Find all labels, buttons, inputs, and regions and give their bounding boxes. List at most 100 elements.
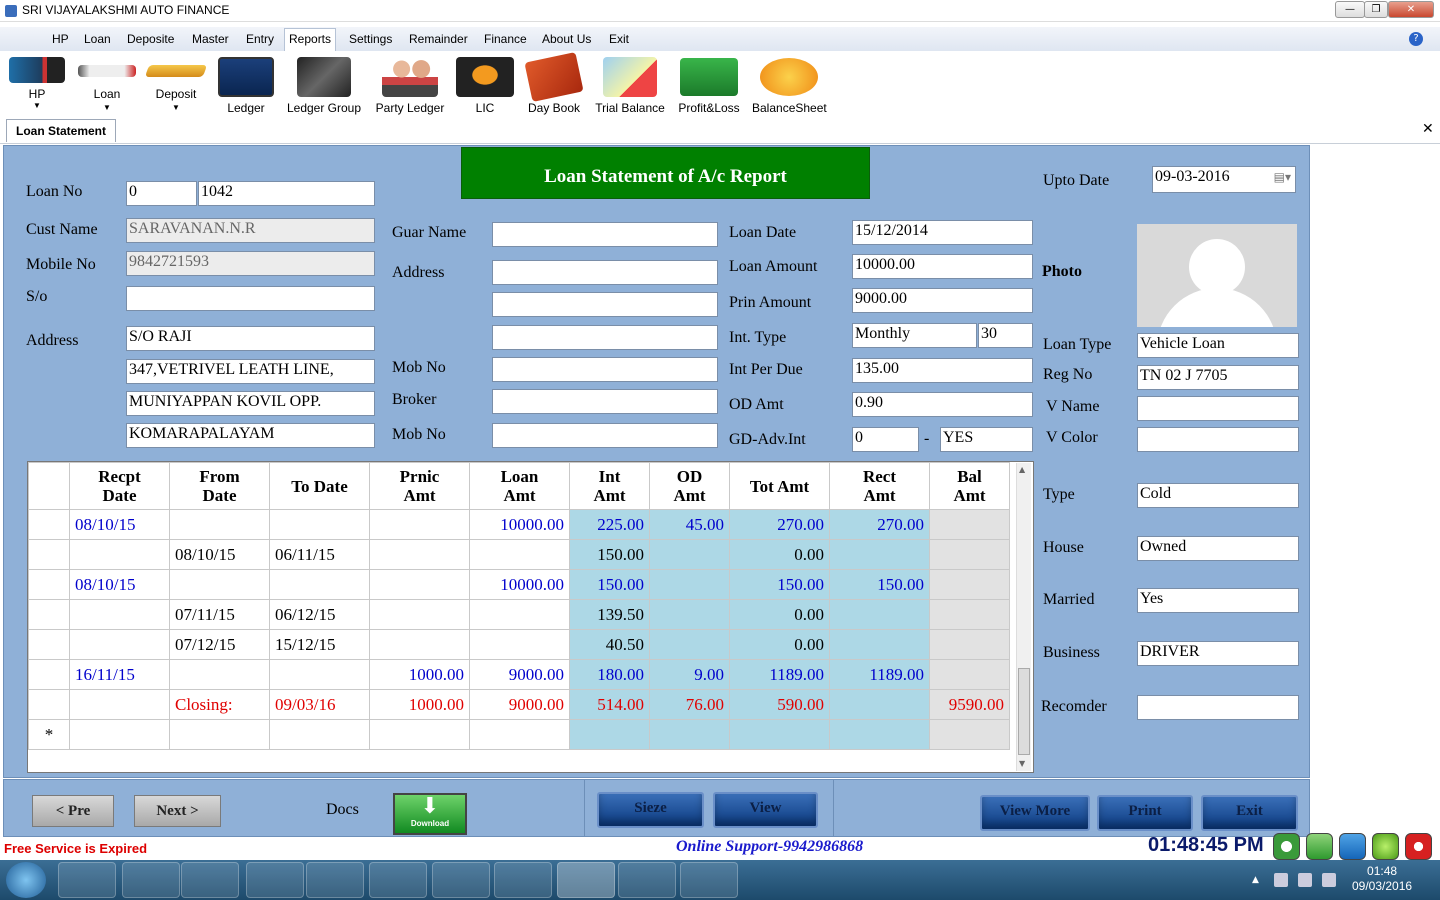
scrollbar-thumb[interactable]	[1018, 668, 1030, 755]
table-cell[interactable]: 9590.00	[929, 689, 1010, 720]
table-cell[interactable]: 07/12/15	[169, 629, 270, 660]
cust-name-field[interactable]: SARAVANAN.N.R	[126, 218, 375, 243]
row-selector[interactable]	[28, 509, 70, 540]
table-cell[interactable]	[649, 569, 730, 600]
table-cell[interactable]	[369, 599, 470, 630]
taskbar-finance-app-icon[interactable]	[557, 862, 615, 898]
table-cell[interactable]: 06/12/15	[269, 599, 370, 630]
table-cell[interactable]: 0.00	[729, 629, 830, 660]
sieze-button[interactable]: Sieze	[597, 792, 704, 828]
table-cell[interactable]	[649, 629, 730, 660]
table-cell[interactable]	[929, 719, 1010, 750]
tab-loan-statement[interactable]: Loan Statement	[6, 119, 116, 142]
prin-amount-field[interactable]: 9000.00	[852, 288, 1033, 313]
taskbar-network-icon[interactable]	[432, 862, 490, 898]
row-selector[interactable]	[28, 659, 70, 690]
row-selector[interactable]	[28, 629, 70, 660]
table-cell[interactable]	[729, 719, 830, 750]
table-cell[interactable]	[929, 659, 1010, 690]
refresh-icon[interactable]	[1372, 833, 1399, 860]
table-cell[interactable]	[69, 719, 170, 750]
table-cell[interactable]	[929, 629, 1010, 660]
table-cell[interactable]: 08/10/15	[69, 569, 170, 600]
table-cell[interactable]: 270.00	[729, 509, 830, 540]
grid-vertical-scrollbar[interactable]: ▲ ▼	[1016, 463, 1031, 771]
loan-amount-field[interactable]: 10000.00	[852, 254, 1033, 279]
table-cell[interactable]	[69, 539, 170, 570]
view-more-button[interactable]: View More	[980, 795, 1090, 831]
address-line-2-field[interactable]: 347,VETRIVEL LEATH LINE,	[126, 359, 375, 384]
table-cell[interactable]	[829, 689, 930, 720]
table-cell[interactable]: 10000.00	[469, 569, 570, 600]
table-cell[interactable]: 9000.00	[469, 659, 570, 690]
menu-reports[interactable]: Reports	[284, 28, 337, 51]
table-cell[interactable]: 07/11/15	[169, 599, 270, 630]
table-cell[interactable]	[829, 599, 930, 630]
column-header[interactable]: Int Amt	[569, 462, 650, 510]
next-button[interactable]: Next >	[134, 795, 221, 827]
married-field[interactable]: Yes	[1137, 588, 1299, 613]
column-header[interactable]: To Date	[269, 462, 370, 510]
toolbar-trial-balance[interactable]: Trial Balance	[594, 53, 666, 115]
table-cell[interactable]: 45.00	[649, 509, 730, 540]
type-field[interactable]: Cold	[1137, 483, 1299, 508]
table-cell[interactable]	[469, 539, 570, 570]
v-color-field[interactable]	[1137, 427, 1299, 452]
table-cell[interactable]	[169, 569, 270, 600]
tray-volume-icon[interactable]	[1274, 873, 1288, 887]
table-cell[interactable]	[69, 689, 170, 720]
taskbar-file-explorer-icon[interactable]	[181, 862, 239, 898]
menu-exit[interactable]: Exit	[605, 31, 633, 51]
print-button[interactable]: Print	[1097, 795, 1193, 831]
guar-address-line-1-field[interactable]	[492, 260, 718, 285]
table-row[interactable]: 08/10/15 10000.00 225.00 45.00 270.00 270.00	[28, 509, 1010, 540]
table-cell[interactable]	[469, 719, 570, 750]
toolbar-ledger-group[interactable]: Ledger Group	[286, 53, 362, 115]
toolbar-profit-loss[interactable]: Profit&Loss	[676, 53, 742, 115]
broker-mob-no-field[interactable]	[492, 423, 718, 448]
table-cell[interactable]	[369, 539, 470, 570]
mobile-no-field[interactable]: 9842721593	[126, 251, 375, 276]
guar-mob-no-field[interactable]	[492, 357, 718, 382]
broker-field[interactable]	[492, 389, 718, 414]
settings-gear-icon[interactable]	[1339, 833, 1366, 860]
v-name-field[interactable]	[1137, 396, 1299, 421]
table-cell[interactable]: 150.00	[729, 569, 830, 600]
menu-loan[interactable]: Loan	[80, 31, 115, 51]
loan-type-field[interactable]: Vehicle Loan	[1137, 333, 1299, 358]
table-cell[interactable]: 270.00	[829, 509, 930, 540]
table-cell[interactable]: 76.00	[649, 689, 730, 720]
toolbar-lic[interactable]: LIC	[456, 53, 514, 115]
taskbar-chrome-icon[interactable]	[122, 862, 180, 898]
statement-grid[interactable]: Recpt Date From Date To Date Prnic Amt Loan Amt I…	[27, 461, 1034, 773]
table-cell[interactable]	[169, 509, 270, 540]
toolbar-day-book[interactable]: Day Book	[524, 52, 584, 115]
download-button[interactable]: ⬇ Download	[393, 793, 467, 835]
table-row[interactable]: 16/11/15 1000.00 9000.00 180.00 9.00 1189.00 1…	[28, 659, 1010, 690]
taskbar-paint-icon[interactable]	[680, 862, 738, 898]
loan-no-field[interactable]: 1042	[198, 181, 375, 206]
scroll-down-icon[interactable]: ▼	[1019, 759, 1025, 768]
table-cell[interactable]	[269, 659, 370, 690]
od-amt-field[interactable]: 0.90	[852, 392, 1033, 417]
loan-date-field[interactable]: 15/12/2014	[852, 220, 1033, 245]
taskbar-teamviewer-icon[interactable]	[369, 862, 427, 898]
taskbar-calculator-icon[interactable]	[618, 862, 676, 898]
address-line-4-field[interactable]: KOMARAPALAYAM	[126, 423, 375, 448]
toolbar-deposit[interactable]: Deposit ▼	[144, 53, 208, 115]
table-cell[interactable]: 10000.00	[469, 509, 570, 540]
so-field[interactable]	[126, 286, 375, 311]
row-selector[interactable]	[28, 539, 70, 570]
house-field[interactable]: Owned	[1137, 536, 1299, 561]
scroll-up-icon[interactable]: ▲	[1019, 465, 1025, 474]
reg-no-field[interactable]: TN 02 J 7705	[1137, 365, 1299, 390]
column-header[interactable]: Rect Amt	[829, 462, 930, 510]
table-cell[interactable]	[369, 719, 470, 750]
taskbar-media-player-icon[interactable]	[58, 862, 116, 898]
table-row[interactable]: 08/10/15 10000.00 150.00 150.00 150.00	[28, 569, 1010, 600]
guar-address-line-3-field[interactable]	[492, 325, 718, 350]
table-cell[interactable]: 08/10/15	[69, 509, 170, 540]
toolbar-loan[interactable]: Loan ▼	[76, 53, 138, 115]
table-cell[interactable]: Closing:	[169, 689, 270, 720]
table-cell[interactable]	[269, 509, 370, 540]
